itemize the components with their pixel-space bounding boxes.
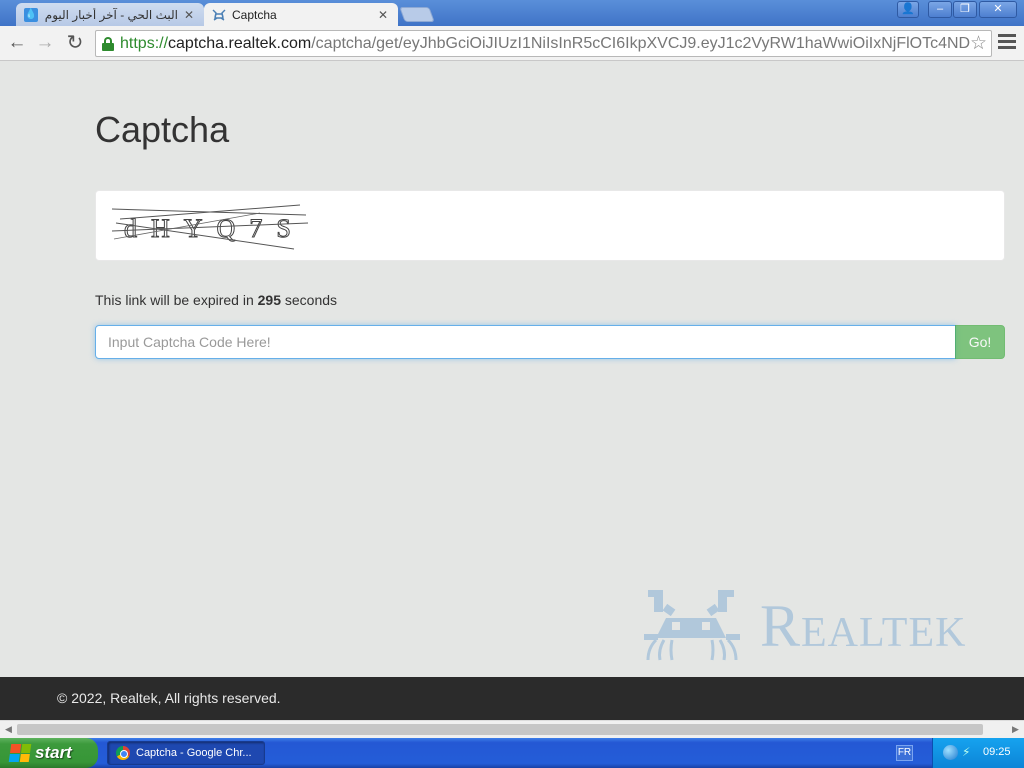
realtek-wordmark: Realtek <box>760 593 967 659</box>
start-label: start <box>35 743 72 762</box>
page-content: Captcha dHYQ7S This link will be expired… <box>0 61 1024 677</box>
forward-arrow-icon[interactable]: → <box>34 32 56 54</box>
horizontal-scrollbar[interactable]: ◀ ▶ <box>0 720 1024 738</box>
expiry-notice: This link will be expired in 295 seconds <box>95 292 338 308</box>
tab-title: البث الحي - آخر أخبار اليوم | ال <box>44 7 178 22</box>
browser-toolbar: ← → ↻ https://captcha.realtek.com/captch… <box>0 26 1024 61</box>
close-tab-icon[interactable]: ✕ <box>182 8 196 22</box>
site-footer: © 2022, Realtek, All rights reserved. <box>0 677 1024 720</box>
taskbar-item-chrome[interactable]: Captcha - Google Chr... <box>107 741 265 765</box>
close-window-button[interactable]: ✕ <box>979 1 1017 18</box>
browser-tab-strip: 💧 البث الحي - آخر أخبار اليوم | ال ✕ Cap… <box>0 0 1024 26</box>
realtek-crab-icon <box>644 590 740 661</box>
browser-menu-icon[interactable] <box>998 34 1016 52</box>
tab-captcha[interactable]: Captcha ✕ <box>204 3 398 26</box>
globe-icon[interactable] <box>943 745 958 760</box>
windows-flag-icon <box>8 744 32 762</box>
minimize-window-button[interactable]: ‒ <box>928 1 952 18</box>
news-site-icon: 💧 <box>24 7 38 22</box>
captcha-panel: dHYQ7S <box>95 190 1005 261</box>
language-indicator[interactable]: FR <box>896 745 913 761</box>
scrollbar-thumb[interactable] <box>17 724 983 735</box>
scroll-right-arrow-icon[interactable]: ▶ <box>1007 721 1024 738</box>
captcha-code-input[interactable] <box>95 325 956 359</box>
tab-title: Captcha <box>232 7 277 22</box>
lock-icon <box>102 36 114 51</box>
scroll-left-arrow-icon[interactable]: ◀ <box>0 721 17 738</box>
maximize-window-button[interactable]: ❐ <box>953 1 977 18</box>
realtek-favicon-icon <box>212 8 226 22</box>
start-button[interactable]: start <box>0 738 98 768</box>
system-tray: ⚡ 09:25 <box>932 738 1024 768</box>
windows-taskbar: start Captcha - Google Chr... FR ⚡ 09:25 <box>0 738 1024 768</box>
page-title: Captcha <box>95 109 230 150</box>
chrome-icon <box>116 746 130 760</box>
user-profile-icon[interactable]: 👤 <box>897 1 919 18</box>
new-tab-button[interactable] <box>399 7 435 22</box>
go-button[interactable]: Go! <box>955 325 1005 359</box>
url-text: https://captcha.realtek.com/captcha/get/… <box>120 34 975 52</box>
captcha-image: dHYQ7S <box>111 204 309 250</box>
tab-live-news[interactable]: 💧 البث الحي - آخر أخبار اليوم | ال ✕ <box>16 3 204 26</box>
bookmark-star-icon[interactable]: ☆ <box>969 33 987 55</box>
clock[interactable]: 09:25 <box>983 746 1011 758</box>
network-icon[interactable]: ⚡ <box>962 746 976 759</box>
address-bar[interactable]: https://captcha.realtek.com/captcha/get/… <box>95 30 992 57</box>
expiry-seconds: 295 <box>257 292 281 308</box>
realtek-logo: Realtek <box>642 588 1012 668</box>
copyright-text: © 2022, Realtek, All rights reserved. <box>57 690 281 706</box>
reload-icon[interactable]: ↻ <box>64 32 86 54</box>
back-arrow-icon[interactable]: ← <box>6 32 28 54</box>
close-tab-icon[interactable]: ✕ <box>376 8 390 22</box>
taskbar-item-label: Captcha - Google Chr... <box>136 747 252 759</box>
